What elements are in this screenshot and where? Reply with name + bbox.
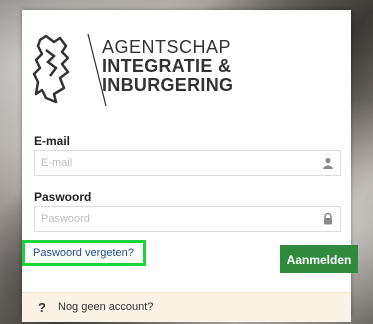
question-icon: ? [38, 300, 46, 315]
password-label: Paswoord [34, 190, 92, 204]
no-account-link[interactable]: Nog geen account? [58, 301, 153, 313]
flemish-lion-icon [32, 34, 70, 104]
logo-line-agentschap: AGENTSCHAP [102, 37, 232, 57]
logo-line-inburgering: INBURGERING [102, 75, 234, 95]
email-field[interactable] [35, 151, 317, 175]
lock-icon [324, 213, 332, 225]
login-button[interactable]: Aanmelden [280, 245, 358, 273]
email-field-wrapper [34, 150, 341, 176]
email-label: E-mail [34, 134, 71, 148]
password-field-wrapper [34, 206, 341, 232]
agency-logo: AGENTSCHAP INTEGRATIE & INBURGERING [22, 10, 351, 122]
logo-text: AGENTSCHAP INTEGRATIE & INBURGERING [102, 38, 233, 95]
password-field[interactable] [35, 207, 317, 231]
forgot-password-link[interactable]: Paswoord vergeten? [22, 240, 146, 266]
user-icon [323, 157, 333, 169]
login-card: AGENTSCHAP INTEGRATIE & INBURGERING E-ma… [22, 10, 358, 322]
logo-line-integratie: INTEGRATIE & [102, 56, 232, 76]
register-footer[interactable]: ? Nog geen account? [22, 292, 351, 322]
